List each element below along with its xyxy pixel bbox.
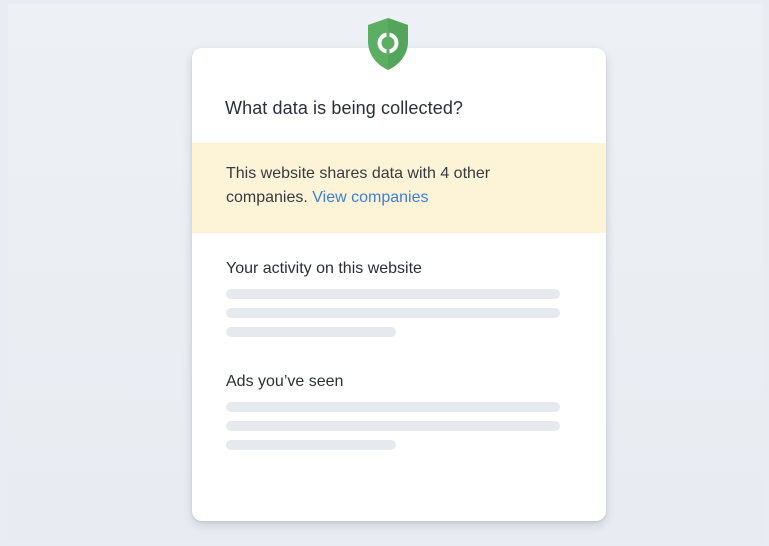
notice-message: This website shares data with 4 other co… [226, 162, 566, 210]
page-background: What data is being collected? This websi… [8, 4, 763, 542]
section-heading-ads: Ads you’ve seen [226, 373, 344, 390]
shield-icon [368, 18, 408, 70]
placeholder-line [226, 327, 396, 337]
data-sharing-notice: This website shares data with 4 other co… [192, 143, 606, 233]
card-title: What data is being collected? [225, 98, 464, 118]
view-companies-link[interactable]: View companies [312, 189, 428, 206]
section-heading-activity: Your activity on this website [226, 260, 422, 277]
placeholder-line [226, 289, 560, 299]
placeholder-line [226, 421, 560, 431]
placeholder-line [226, 402, 560, 412]
data-collection-card: What data is being collected? This websi… [192, 48, 606, 521]
placeholder-line [226, 440, 396, 450]
placeholder-line [226, 308, 560, 318]
